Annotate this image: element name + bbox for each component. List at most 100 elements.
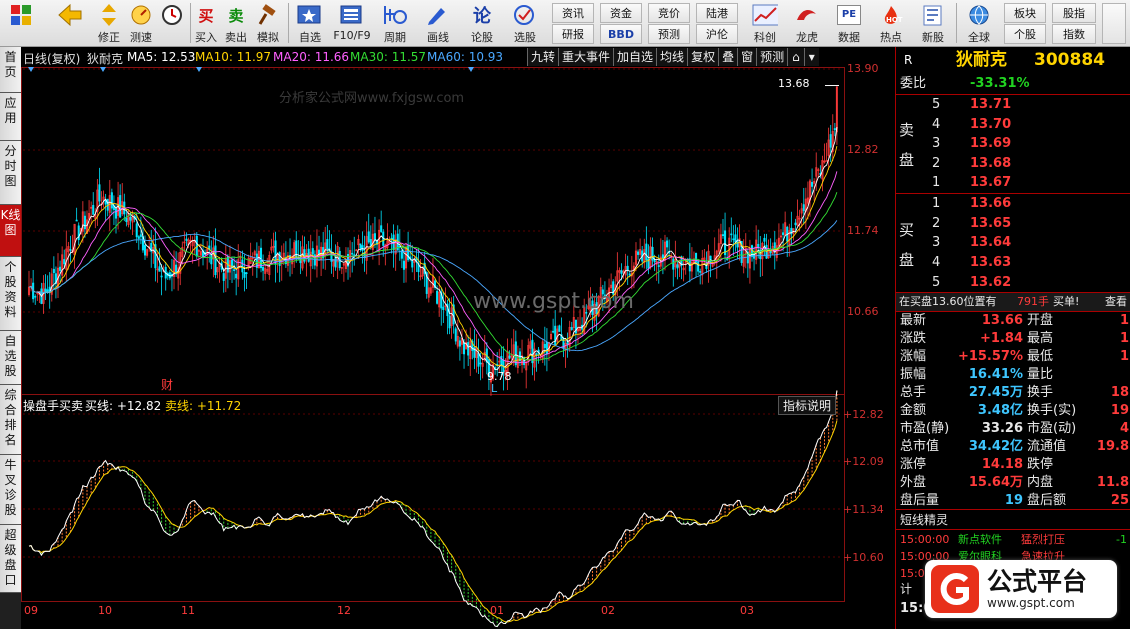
tb-stock-button[interactable]: 个股 (1004, 24, 1046, 44)
finance-marker[interactable]: 财 (161, 376, 173, 393)
tb-grid-button[interactable] (6, 0, 36, 47)
tab-watchlist[interactable]: 自选股 (0, 331, 21, 385)
overlay-button[interactable]: 叠 (718, 48, 738, 66)
x-label-10: 10 (98, 604, 112, 617)
tab-kline[interactable]: K线图 (0, 205, 21, 257)
tb-funds-button[interactable]: 资金 (600, 3, 642, 23)
candle-body (500, 356, 503, 366)
bid-row[interactable]: 3 13.64 (896, 234, 1130, 252)
tb-hot-button[interactable]: HOT 热点 (872, 0, 910, 47)
sub-tick-1: +12.82 (843, 408, 884, 421)
lock-icon[interactable]: ⌂ (787, 48, 804, 66)
candle-body (570, 327, 573, 330)
candle-body (158, 266, 161, 272)
tb-auction-button[interactable]: 竞价 (648, 3, 690, 23)
quote-value: 27.45万 (968, 385, 1023, 400)
ask-row[interactable]: 4 13.70 (896, 116, 1130, 134)
tb-more-button[interactable] (1102, 3, 1126, 44)
tab-apps[interactable]: 应用 (0, 93, 21, 141)
window-button[interactable]: 窗 (737, 48, 757, 66)
nine-turn-button[interactable]: 九转 (527, 48, 559, 66)
ma-button[interactable]: 均线 (656, 48, 688, 66)
tb-sell-button[interactable]: 卖 卖出 (222, 0, 250, 47)
tb-sector-button[interactable]: 板块 (1004, 3, 1046, 23)
forecast-button[interactable]: 预测 (756, 48, 788, 66)
quote-label: 涨跌 (900, 331, 927, 346)
tb-news-button[interactable]: 资讯 (552, 3, 594, 23)
candle-body (92, 205, 95, 215)
candle-body (402, 260, 405, 270)
kline-chart-svg[interactable] (21, 47, 895, 629)
quote-value: 19 (1004, 493, 1023, 508)
tb-hk-connect-button[interactable]: 陆港 (696, 3, 738, 23)
tb-clock-button[interactable] (158, 0, 186, 47)
brand-logo-icon (931, 565, 979, 613)
bid-row[interactable]: 1 13.66 (896, 195, 1130, 213)
chevron-down-icon[interactable]: ▾ (803, 48, 819, 66)
candle-body (721, 234, 725, 236)
tb-bbd-button[interactable]: BBD (600, 24, 642, 44)
tb-research-button[interactable]: 研报 (552, 24, 594, 44)
tb-index-button[interactable]: 指数 (1052, 24, 1096, 44)
candle-body (653, 259, 656, 263)
tb-draw-button[interactable]: 画线 (418, 0, 458, 47)
tb-ipo-button[interactable]: 新股 (914, 0, 952, 47)
candle-body (454, 328, 457, 342)
candle-body (676, 264, 679, 269)
ask-row[interactable]: 2 13.68 (896, 155, 1130, 173)
tb-index-futures-button[interactable]: 股指 (1052, 3, 1096, 23)
tb-data-button[interactable]: PE 数据 (830, 0, 868, 47)
tb-simulate-button[interactable]: 模拟 (253, 0, 283, 47)
ask-row[interactable]: 5 13.71 (896, 96, 1130, 114)
event-marker-icon (100, 67, 106, 72)
candle-body (143, 245, 147, 256)
tb-period-button[interactable]: 周期 (376, 0, 414, 47)
tab-ranking[interactable]: 综合排名 (0, 385, 21, 455)
kline-chart-area[interactable]: 日线(复权) 狄耐克 MA5: 12.53 MA10: 11.97 MA20: … (21, 47, 895, 629)
short-elf-header[interactable]: 短线精灵 (896, 511, 1130, 529)
tb-select-stock-button[interactable]: 选股 (505, 0, 545, 47)
indicator-help-button[interactable]: 指标说明 (778, 396, 837, 415)
tb-watchlist-button[interactable]: 自选 (292, 0, 328, 47)
quote-label: 盘后量 (900, 493, 940, 508)
sub-tick-3: +11.34 (843, 503, 884, 516)
tab-stock-profile[interactable]: 个股资料 (0, 257, 21, 331)
ask-level: 2 (932, 156, 941, 171)
bid-price: 13.62 (970, 275, 1012, 290)
big-order-row[interactable]: 在买盘13.60位置有 791手 买单! 查看 (896, 293, 1130, 311)
tb-forum-button[interactable]: 论 论股 (462, 0, 502, 47)
tb-dragon-tiger-button[interactable]: 龙虎 (788, 0, 826, 47)
ask-row[interactable]: 1 13.67 (896, 174, 1130, 192)
short-elf-stock: 新点软件 (958, 533, 1002, 546)
add-watchlist-button[interactable]: 加自选 (613, 48, 657, 66)
candle-body (311, 248, 314, 255)
candle-body (514, 341, 517, 366)
tb-back-button[interactable] (54, 0, 86, 47)
tab-super-orderbook[interactable]: 超级盘口 (0, 525, 21, 593)
bid-row[interactable]: 5 13.62 (896, 274, 1130, 292)
tab-home[interactable]: 首页 (0, 47, 21, 93)
tab-diagnosis[interactable]: 牛叉诊股 (0, 455, 21, 525)
short-elf-row[interactable]: 15:00:00 新点软件 猛烈打压 -1 (896, 531, 1130, 549)
panel-stock-code: 300884 (1034, 50, 1105, 70)
tb-shanghai-london-button[interactable]: 沪伦 (696, 24, 738, 44)
price-tick-3: 11.74 (847, 224, 879, 237)
tb-star-market-button[interactable]: 科创 (746, 0, 784, 47)
bid-row[interactable]: 2 13.65 (896, 215, 1130, 233)
tb-f10-button[interactable]: F10/F9 (332, 0, 372, 47)
ask-row[interactable]: 3 13.69 (896, 135, 1130, 153)
quote-row: 振幅 16.41% 量比 (896, 366, 1130, 384)
tb-fix-button[interactable]: 修正 (94, 0, 124, 47)
tab-intraday[interactable]: 分时图 (0, 141, 21, 205)
quote-label-2: 量比 (1027, 367, 1054, 382)
adjust-button[interactable]: 复权 (687, 48, 719, 66)
big-order-more[interactable]: 查看 (1105, 293, 1127, 311)
tb-buy-button[interactable]: 买 买入 (192, 0, 220, 47)
tb-speed-button[interactable]: 测速 (126, 0, 156, 47)
tb-forecast-button[interactable]: 预测 (648, 24, 690, 44)
watermark: 分析家公式网www.fxjgsw.com (279, 91, 465, 106)
tb-global-button[interactable]: 全球 (960, 0, 998, 47)
major-events-button[interactable]: 重大事件 (558, 48, 614, 66)
bid-row[interactable]: 4 13.63 (896, 254, 1130, 272)
candle-body (558, 325, 561, 332)
